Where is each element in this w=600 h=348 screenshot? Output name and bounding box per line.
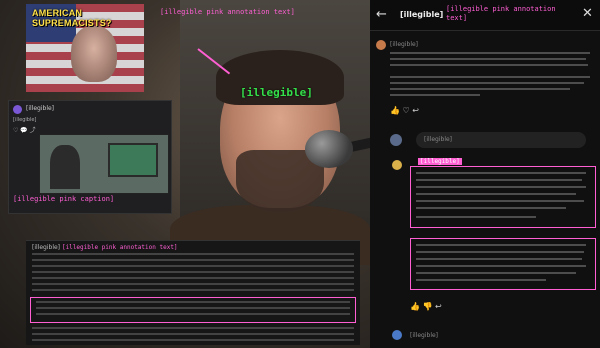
text-line [416, 186, 586, 188]
text-line [36, 313, 350, 315]
post-header: [illegible] [13, 105, 167, 117]
comment-annotation: [illegible pink annotation text] [61, 244, 178, 251]
comment-actions[interactable]: 👍 👎 ↩ [410, 302, 442, 311]
comment-username[interactable]: [illegible] [390, 41, 418, 48]
video-frame: AMERICAN SUPREMACISTS? [illegible pink a… [0, 0, 600, 348]
image-person [50, 145, 80, 189]
text-line [416, 272, 576, 274]
text-line [32, 253, 354, 255]
reply-input[interactable]: [illegible] [416, 132, 586, 148]
comment-username[interactable]: [illegible] [410, 332, 438, 339]
text-line [416, 258, 582, 260]
avatar[interactable] [376, 40, 386, 50]
post-body: [illegible] [13, 117, 37, 123]
annotation-note: [illegible pink annotation text] [160, 8, 295, 16]
comments-header: ← [illegible] [illegible pink annotation… [370, 0, 600, 31]
text-line [416, 244, 586, 246]
comment-actions[interactable]: 👍 ♡ ↩ [390, 106, 419, 115]
post-username[interactable]: [illegible] [26, 105, 54, 112]
text-line [32, 327, 354, 329]
text-line [416, 172, 586, 174]
header-annotation: [illegible pink annotation text] [446, 5, 556, 22]
thumbnail-face [71, 26, 117, 82]
text-line [32, 339, 354, 341]
close-icon[interactable]: ✕ [582, 6, 593, 21]
text-line [390, 76, 590, 78]
video-thumbnail[interactable]: AMERICAN SUPREMACISTS? [26, 4, 144, 92]
text-line [32, 265, 354, 267]
social-post-card[interactable]: [illegible] [illegible] ♡ 💬 ⤴ [illegible… [8, 100, 172, 214]
comment-username[interactable]: [illegible] [32, 244, 60, 251]
text-line [416, 179, 582, 181]
comments-panel: ← [illegible] [illegible pink annotation… [370, 0, 600, 348]
highlight-box [410, 166, 596, 228]
avatar[interactable] [392, 330, 402, 340]
text-line [390, 88, 570, 90]
text-line [390, 64, 588, 66]
avatar[interactable] [392, 160, 402, 170]
post-caption: [illegible pink caption] [13, 195, 115, 203]
text-line [416, 216, 536, 218]
text-line [416, 193, 576, 195]
microphone [305, 130, 353, 168]
text-line [32, 283, 354, 285]
text-line [390, 52, 590, 54]
text-line [390, 58, 586, 60]
text-line [390, 94, 480, 96]
post-image[interactable] [39, 134, 169, 194]
text-line [416, 265, 586, 267]
avatar[interactable] [13, 105, 22, 114]
avatar [390, 134, 402, 146]
comments-title: [illegible] [400, 10, 444, 19]
back-arrow-icon[interactable]: ← [376, 7, 387, 22]
text-line [32, 271, 354, 273]
comment-header: [illegible] [illegible pink annotation t… [32, 244, 178, 251]
text-line [32, 289, 354, 291]
text-line [416, 200, 584, 202]
comment-username[interactable]: [illegible] [418, 158, 462, 165]
text-line [416, 279, 546, 281]
text-line [32, 333, 354, 335]
text-line [32, 277, 354, 279]
text-line [416, 251, 584, 253]
text-line [416, 207, 566, 209]
green-label: [illegible] [240, 86, 313, 99]
post-actions[interactable]: ♡ 💬 ⤴ [13, 125, 36, 134]
comment-panel: [illegible] [illegible pink annotation t… [26, 240, 360, 345]
text-line [36, 301, 350, 303]
text-line [36, 307, 350, 309]
image-board [108, 143, 158, 177]
text-line [390, 82, 584, 84]
thumbnail-title: AMERICAN SUPREMACISTS? [32, 8, 112, 28]
text-line [32, 259, 354, 261]
